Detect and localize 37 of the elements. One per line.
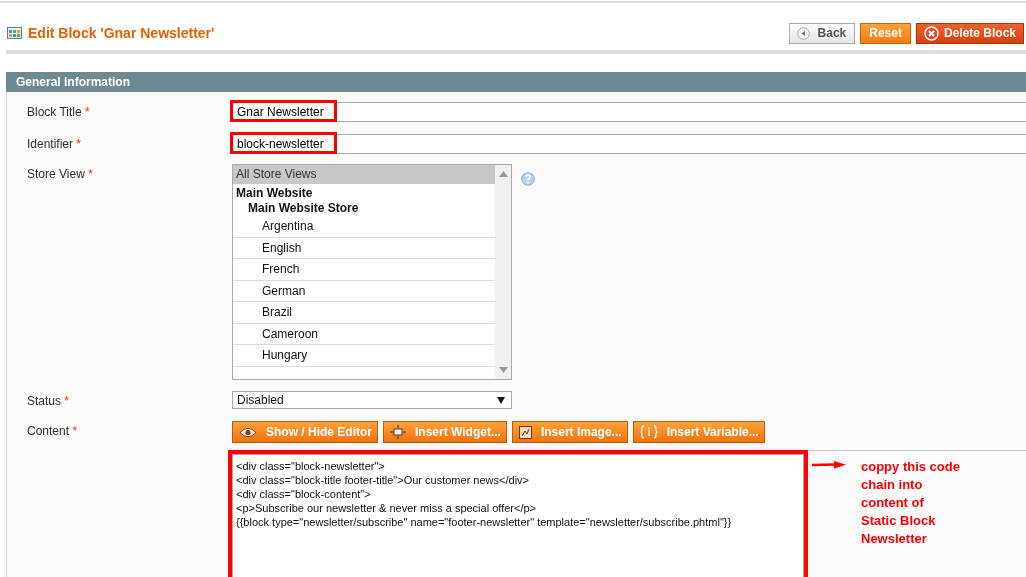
grid-icon: [7, 27, 22, 39]
store-option[interactable]: French: [233, 259, 495, 281]
dropdown-arrow-icon: [497, 396, 505, 404]
store-option[interactable]: Brazil: [233, 302, 495, 324]
annotation-text: coppy this code chain into content of Static Block Newsletter: [861, 458, 961, 548]
close-icon: [923, 25, 939, 41]
page-title: Edit Block 'Gnar Newsletter': [28, 25, 215, 41]
help-icon[interactable]: [521, 172, 535, 186]
field-label: Status *: [26, 393, 71, 410]
variable-icon: [639, 425, 658, 439]
delete-block-button[interactable]: Delete Block: [915, 22, 1024, 44]
option-group: Main Website: [233, 186, 495, 201]
store-view-list[interactable]: All Store Views Main Website Main Website Store Argentina English French German Brazil Cameroon Hungary: [232, 164, 512, 380]
option-group: Main Website Store: [233, 201, 495, 216]
status-select[interactable]: Disabled: [232, 391, 512, 409]
store-option[interactable]: Hungary: [233, 345, 495, 367]
store-option[interactable]: Argentina: [233, 216, 495, 238]
store-option[interactable]: All Store Views: [233, 165, 495, 184]
store-option[interactable]: German: [233, 280, 495, 302]
field-label: Block Title *: [26, 104, 91, 121]
block-title-field[interactable]: Gnar Newsletter: [232, 102, 1026, 122]
store-option[interactable]: English: [233, 237, 495, 259]
widget-icon: [390, 425, 406, 439]
field-label: Content *: [26, 423, 79, 440]
field-label: Store View *: [26, 166, 94, 183]
image-icon: [518, 425, 532, 439]
content-editor[interactable]: <div class="block-newsletter"> <div class="block-title footer-title">Our customer news</div> <div class="block-content"> <p>Subscribe our newsletter & never miss a special offer</p> {{block type="newsletter/subscribe" name="footer-newsletter" template="newsletter/subscribe.phtml"}}: [232, 454, 804, 577]
scroll-up-icon: [498, 171, 508, 177]
section-header: General Information: [6, 72, 1026, 92]
scrollbar[interactable]: [495, 165, 511, 379]
eye-icon: [239, 426, 257, 438]
arrow: [812, 461, 846, 469]
back-button[interactable]: Back: [788, 22, 856, 44]
store-option[interactable]: Cameroon: [233, 323, 495, 345]
field-label: Identifier *: [26, 136, 83, 153]
scroll-down-icon: [498, 367, 508, 373]
identifier-field[interactable]: block-newsletter: [232, 134, 1026, 154]
